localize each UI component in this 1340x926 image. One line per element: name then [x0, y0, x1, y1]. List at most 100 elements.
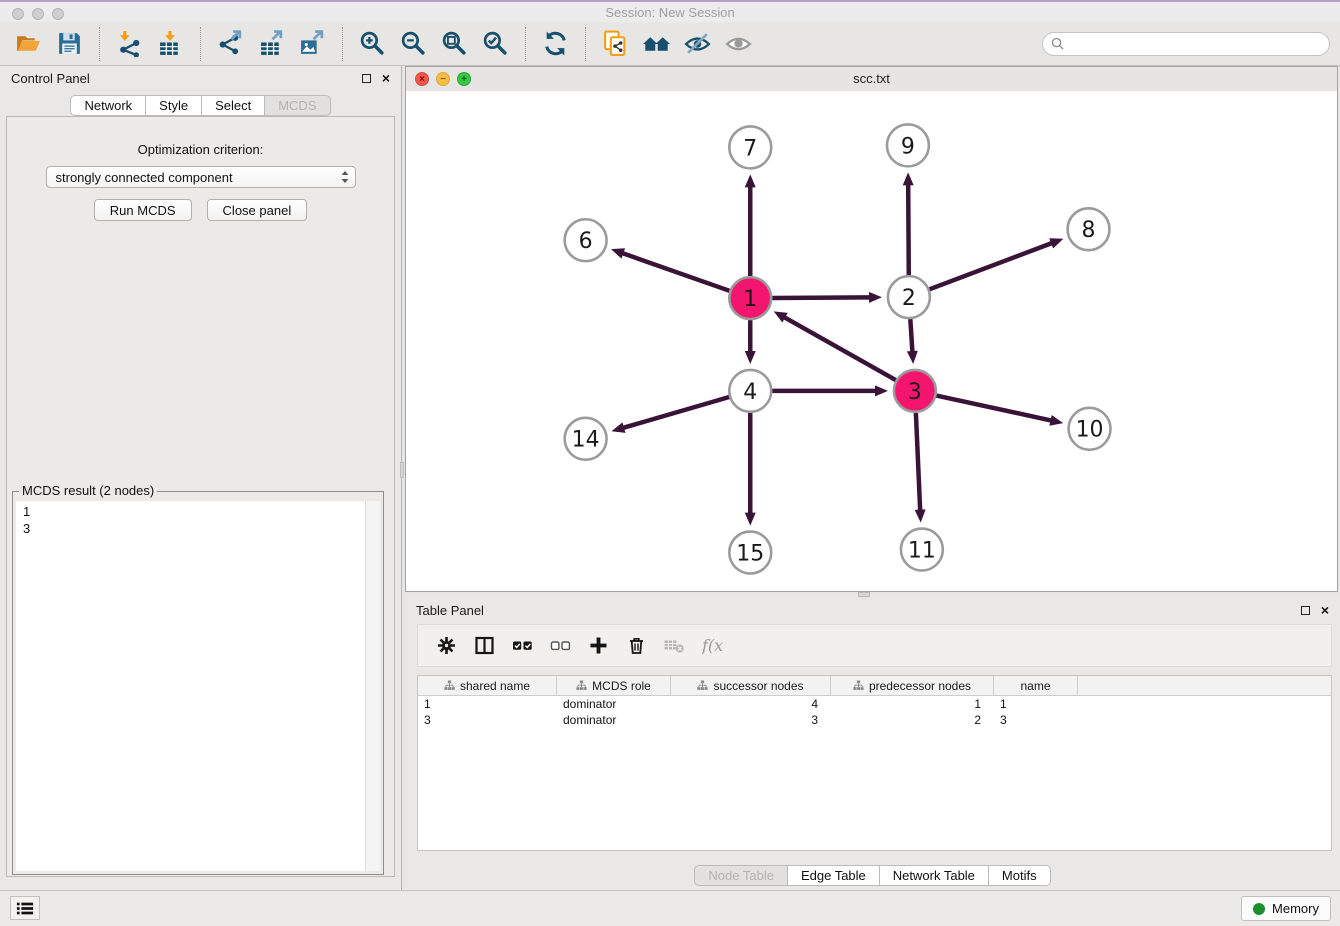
selected-criterion: strongly connected component — [56, 170, 339, 185]
tab-style[interactable]: Style — [146, 95, 202, 116]
graph-arrowhead-4-15 — [745, 513, 756, 526]
memory-button[interactable]: Memory — [1241, 896, 1331, 921]
save-session-button[interactable] — [51, 25, 88, 63]
control-panel-close-button[interactable]: × — [382, 72, 390, 84]
refresh-button[interactable] — [537, 25, 574, 63]
column-header-label: name — [1020, 679, 1050, 693]
delete-table-button[interactable] — [655, 628, 693, 664]
tab-select[interactable]: Select — [202, 95, 265, 116]
select-all-button[interactable] — [503, 628, 541, 664]
export-network-button[interactable] — [212, 25, 249, 63]
table-cell-predecessor-nodes[interactable]: 1 — [831, 697, 994, 711]
run-mcds-button[interactable]: Run MCDS — [94, 199, 192, 221]
vertical-splitter-handle[interactable] — [400, 462, 404, 478]
mcds-result-box: MCDS result (2 nodes) 13 — [12, 491, 384, 875]
zoom-fit-button[interactable] — [436, 25, 473, 63]
column-header-MCDS-role[interactable]: MCDS role — [557, 676, 671, 695]
graph-edge-4-14[interactable] — [622, 397, 729, 428]
import-table-icon — [157, 30, 184, 57]
show-eye-button[interactable] — [720, 25, 757, 63]
table-cell-successor-nodes[interactable]: 3 — [671, 713, 831, 727]
svg-text:f(x): f(x) — [702, 636, 723, 655]
main-toolbar — [0, 22, 1340, 66]
search-box[interactable] — [1042, 32, 1330, 56]
close-panel-button[interactable]: Close panel — [207, 199, 308, 221]
graph-edge-3-10[interactable] — [936, 396, 1052, 421]
table-cell-shared-name[interactable]: 1 — [418, 697, 557, 711]
table-panel-title: Table Panel — [416, 603, 484, 618]
network-window-title: scc.txt — [406, 71, 1337, 86]
tab-mcds[interactable]: MCDS — [265, 95, 330, 116]
select-all-icon — [512, 635, 533, 656]
open-session-button[interactable] — [10, 25, 47, 63]
deselect-all-button[interactable] — [541, 628, 579, 664]
tab-node-table[interactable]: Node Table — [694, 865, 788, 886]
column-header-predecessor-nodes[interactable]: predecessor nodes — [831, 676, 994, 695]
graph-edge-1-6[interactable] — [621, 253, 729, 291]
control-panel-tabs: NetworkStyleSelectMCDS — [0, 95, 401, 116]
table-row[interactable]: 1dominator411 — [418, 696, 1331, 712]
graph-edge-2-3[interactable] — [910, 319, 912, 353]
tab-network-table[interactable]: Network Table — [880, 865, 989, 886]
hide-eye-icon — [684, 30, 711, 57]
home-button[interactable] — [638, 25, 675, 63]
optimization-criterion-select[interactable]: strongly connected component — [46, 166, 356, 188]
control-panel-title: Control Panel — [11, 71, 90, 86]
gear-button[interactable] — [427, 628, 465, 664]
column-type-icon — [697, 680, 708, 691]
network-canvas[interactable]: 7968124314101511 — [406, 91, 1337, 591]
table-cell-predecessor-nodes[interactable]: 2 — [831, 713, 994, 727]
duplicate-view-button[interactable] — [597, 25, 634, 63]
graph-arrowhead-2-3 — [907, 351, 918, 364]
split-columns-button[interactable] — [465, 628, 503, 664]
graph-edge-3-11[interactable] — [916, 413, 920, 512]
table-cell-name[interactable]: 1 — [994, 697, 1078, 711]
function-button[interactable]: f(x) — [693, 628, 731, 664]
table-cell-shared-name[interactable]: 3 — [418, 713, 557, 727]
network-window-titlebar[interactable]: × − + scc.txt — [406, 67, 1337, 92]
tab-network[interactable]: Network — [70, 95, 146, 116]
table-panel-close-button[interactable]: × — [1321, 604, 1329, 616]
column-header-name[interactable]: name — [994, 676, 1078, 695]
delete-column-button[interactable] — [617, 628, 655, 664]
table-cell-successor-nodes[interactable]: 4 — [671, 697, 831, 711]
application-window: Session: New Session Control Panel × Net… — [0, 0, 1340, 926]
zoom-in-button[interactable] — [354, 25, 391, 63]
tab-edge-table[interactable]: Edge Table — [788, 865, 880, 886]
search-input[interactable] — [1070, 36, 1321, 51]
graph-edge-2-8[interactable] — [929, 243, 1053, 290]
control-panel-float-button[interactable] — [362, 74, 371, 83]
graph-edge-3-1[interactable] — [783, 317, 895, 380]
horizontal-splitter-handle[interactable] — [858, 592, 870, 597]
graph-node-label-8: 8 — [1082, 218, 1096, 243]
zoom-out-button[interactable] — [395, 25, 432, 63]
table-row[interactable]: 3dominator323 — [418, 712, 1331, 728]
graph-edge-1-2[interactable] — [772, 297, 871, 298]
table-cell-MCDS-role[interactable]: dominator — [557, 713, 671, 727]
column-header-label: shared name — [460, 679, 530, 693]
hide-eye-button[interactable] — [679, 25, 716, 63]
table-panel-float-button[interactable] — [1301, 606, 1310, 615]
mcds-result-scrollbar[interactable] — [365, 501, 380, 871]
import-network-button[interactable] — [111, 25, 148, 63]
column-header-successor-nodes[interactable]: successor nodes — [671, 676, 831, 695]
column-header-shared-name[interactable]: shared name — [418, 676, 557, 695]
table-cell-name[interactable]: 3 — [994, 713, 1078, 727]
tab-motifs[interactable]: Motifs — [989, 865, 1051, 886]
show-panels-button[interactable] — [10, 896, 40, 920]
export-image-button[interactable] — [294, 25, 331, 63]
import-table-button[interactable] — [152, 25, 189, 63]
node-table: shared name MCDS rolesuccessor nodesprede… — [417, 675, 1332, 851]
export-table-button[interactable] — [253, 25, 290, 63]
mcds-result-list[interactable]: 13 — [16, 501, 380, 871]
toolbar-separator — [585, 27, 586, 61]
table-cell-MCDS-role[interactable]: dominator — [557, 697, 671, 711]
zoom-selected-button[interactable] — [477, 25, 514, 63]
add-column-button[interactable] — [579, 628, 617, 664]
zoom-selected-icon — [482, 30, 509, 57]
gear-icon — [436, 635, 457, 656]
duplicate-view-icon — [602, 30, 629, 57]
network-graph: 7968124314101511 — [406, 91, 1337, 591]
graph-edge-2-9[interactable] — [908, 183, 909, 275]
graph-arrowhead-3-11 — [915, 509, 926, 522]
